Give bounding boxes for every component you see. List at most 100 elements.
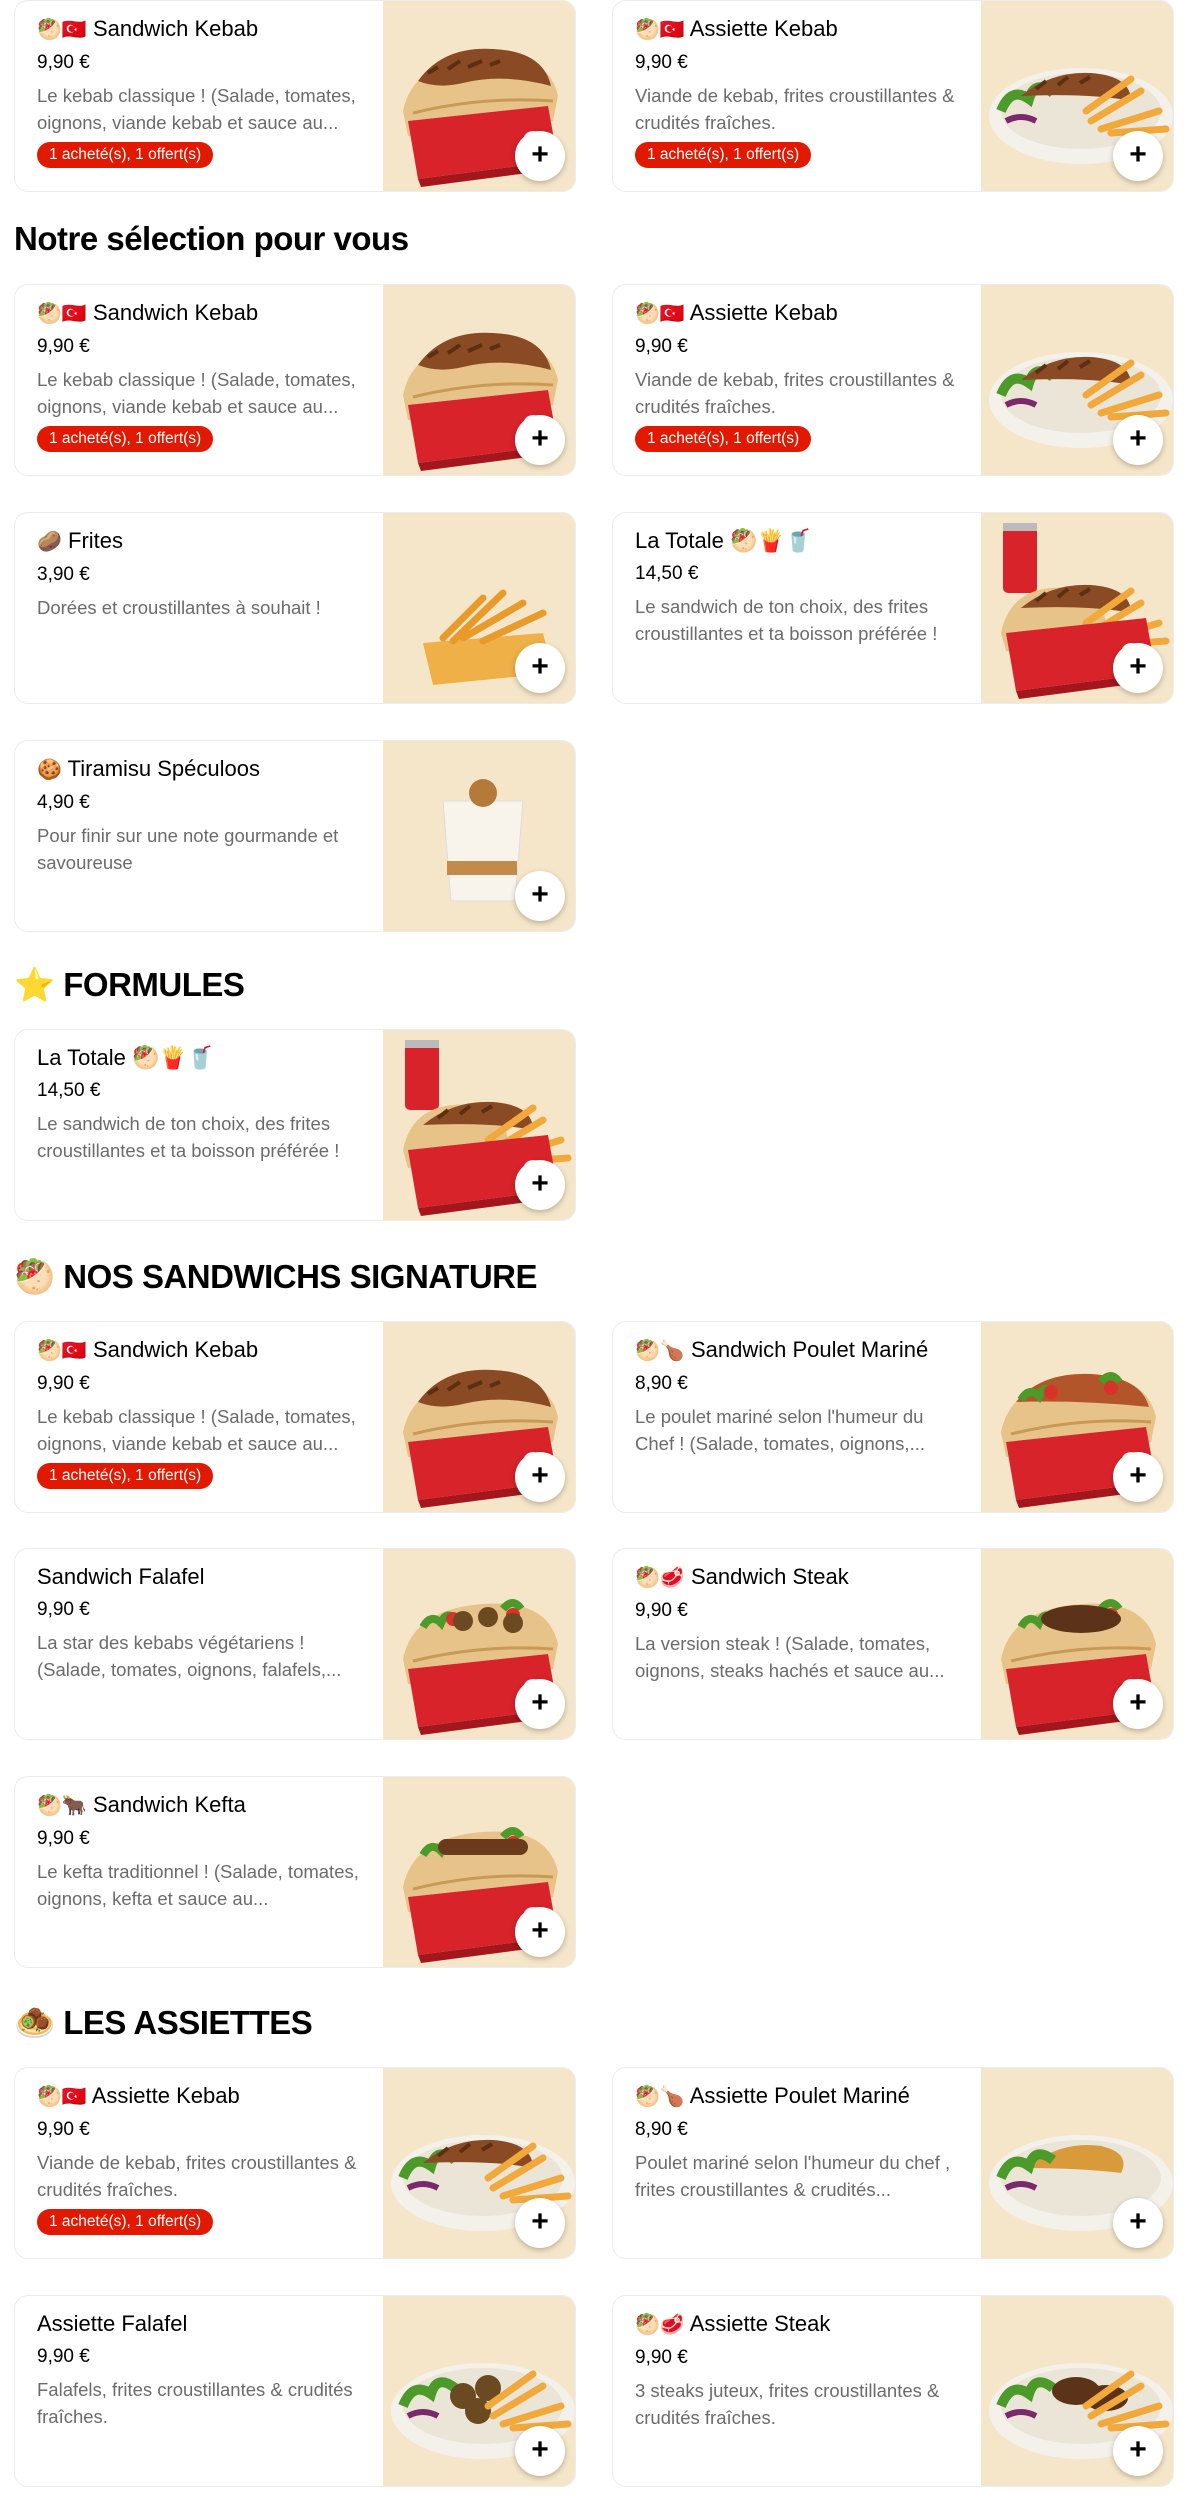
menu-item-card-assiette-falafel[interactable]: Assiette Falafel 9,90 € Falafels, frites… — [14, 2295, 576, 2487]
add-to-cart-button[interactable]: + — [1113, 2198, 1163, 2248]
menu-item-description: Viande de kebab, frites croustillantes &… — [37, 2152, 357, 2200]
menu-item-info: 🥙🇹🇷 Assiette Kebab 9,90 € Viande de keba… — [635, 15, 965, 168]
menu-item-info: Assiette Falafel 9,90 € Falafels, frites… — [37, 2310, 367, 2430]
add-to-cart-button[interactable]: + — [515, 2198, 565, 2248]
menu-item-title-text: Assiette Kebab — [689, 300, 838, 325]
menu-item-price: 9,90 € — [37, 1599, 90, 1620]
menu-item-emoji-icon: 🥙🇹🇷 — [635, 19, 685, 41]
menu-item-price: 9,90 € — [37, 336, 90, 357]
menu-item-title: 🥙🍗 Assiette Poulet Mariné — [635, 2082, 965, 2111]
menu-item-price: 9,90 € — [635, 2347, 688, 2368]
menu-item-price: 9,90 € — [37, 1828, 90, 1849]
section-title-sandwichs: 🥙 NOS SANDWICHS SIGNATURE — [14, 1258, 538, 1297]
menu-item-description: Le poulet mariné selon l'humeur du Chef … — [635, 1406, 925, 1454]
menu-item-card-sandwich-falafel[interactable]: Sandwich Falafel 9,90 € La star des keba… — [14, 1548, 576, 1740]
menu-item-card-sandwich-poulet[interactable]: 🥙🍗 Sandwich Poulet Mariné 8,90 € Le poul… — [612, 1321, 1174, 1513]
menu-item-description: La version steak ! (Salade, tomates, oig… — [635, 1633, 945, 1681]
section-title-text: NOS SANDWICHS SIGNATURE — [63, 1258, 538, 1295]
menu-item-title: 🥙🇹🇷 Sandwich Kebab — [37, 15, 367, 44]
add-to-cart-button[interactable]: + — [515, 1452, 565, 1502]
add-to-cart-button[interactable]: + — [515, 415, 565, 465]
menu-item-emoji-icon: 🥙🍗 — [635, 2086, 685, 2108]
menu-item-title-text: Sandwich Falafel — [37, 1564, 205, 1589]
plus-icon: + — [1129, 1458, 1147, 1492]
menu-item-card-sandwich-kebab[interactable]: 🥙🇹🇷 Sandwich Kebab 9,90 € Le kebab class… — [14, 284, 576, 476]
add-to-cart-button[interactable]: + — [1113, 1679, 1163, 1729]
add-to-cart-button[interactable]: + — [1113, 415, 1163, 465]
sandwich-icon: 🥙 — [14, 1258, 55, 1295]
add-to-cart-button[interactable]: + — [1113, 643, 1163, 693]
add-to-cart-button[interactable]: + — [515, 131, 565, 181]
section-title-selection: Notre sélection pour vous — [14, 220, 409, 258]
menu-item-title: 🥙🐂 Sandwich Kefta — [37, 1791, 367, 1820]
promo-badge: 1 acheté(s), 1 offert(s) — [37, 142, 214, 168]
menu-item-info: Sandwich Falafel 9,90 € La star des keba… — [37, 1563, 367, 1683]
menu-item-description: Poulet mariné selon l'humeur du chef , f… — [635, 2152, 951, 2200]
menu-item-title: 🥙🇹🇷 Assiette Kebab — [635, 299, 965, 328]
menu-item-card-sandwich-kefta[interactable]: 🥙🐂 Sandwich Kefta 9,90 € Le kefta tradit… — [14, 1776, 576, 1968]
promo-badge: 1 acheté(s), 1 offert(s) — [37, 426, 214, 452]
menu-item-card-la-totale[interactable]: La Totale 🥙🍟🥤 14,50 € Le sandwich de ton… — [612, 512, 1174, 704]
menu-item-price: 9,90 € — [37, 2119, 90, 2140]
menu-item-title-text: La Totale 🥙🍟🥤 — [635, 528, 813, 553]
menu-item-emoji-icon: 🥙🇹🇷 — [37, 1340, 87, 1362]
menu-item-description: Le kefta traditionnel ! (Salade, tomates… — [37, 1861, 359, 1909]
add-to-cart-button[interactable]: + — [515, 871, 565, 921]
menu-item-card-assiette-steak[interactable]: 🥙🥩 Assiette Steak 9,90 € 3 steaks juteux… — [612, 2295, 1174, 2487]
menu-item-info: 🥙🐂 Sandwich Kefta 9,90 € Le kefta tradit… — [37, 1791, 367, 1912]
menu-item-title-text: Assiette Steak — [689, 2311, 831, 2336]
menu-item-title: Sandwich Falafel — [37, 1563, 367, 1591]
plus-icon: + — [1129, 137, 1147, 171]
menu-item-emoji-icon: 🥙🇹🇷 — [37, 303, 87, 325]
menu-item-card-sandwich-kebab[interactable]: 🥙🇹🇷 Sandwich Kebab 9,90 € Le kebab class… — [14, 1321, 576, 1513]
menu-item-emoji-icon: 🍪 — [37, 759, 62, 781]
menu-item-info: 🍪 Tiramisu Spéculoos 4,90 € Pour finir s… — [37, 755, 367, 876]
menu-item-info: 🥙🇹🇷 Sandwich Kebab 9,90 € Le kebab class… — [37, 299, 367, 452]
add-to-cart-button[interactable]: + — [1113, 2426, 1163, 2476]
menu-item-title-text: Sandwich Kebab — [92, 16, 259, 41]
falafel-icon: 🧆 — [14, 2004, 55, 2041]
menu-item-card-assiette-kebab[interactable]: 🥙🇹🇷 Assiette Kebab 9,90 € Viande de keba… — [612, 284, 1174, 476]
menu-item-card-la-totale[interactable]: La Totale 🥙🍟🥤 14,50 € Le sandwich de ton… — [14, 1029, 576, 1221]
menu-item-title: La Totale 🥙🍟🥤 — [37, 1044, 367, 1072]
star-icon: ⭐ — [14, 966, 55, 1003]
menu-item-price: 9,90 € — [37, 1373, 90, 1394]
menu-item-card-sandwich-steak[interactable]: 🥙🥩 Sandwich Steak 9,90 € La version stea… — [612, 1548, 1174, 1740]
add-to-cart-button[interactable]: + — [515, 2426, 565, 2476]
menu-item-description: Le kebab classique ! (Salade, tomates, o… — [37, 1406, 356, 1454]
menu-item-info: La Totale 🥙🍟🥤 14,50 € Le sandwich de ton… — [37, 1044, 367, 1164]
add-to-cart-button[interactable]: + — [515, 1907, 565, 1957]
menu-item-card-frites[interactable]: 🥔 Frites 3,90 € Dorées et croustillantes… — [14, 512, 576, 704]
menu-item-title-text: Frites — [68, 528, 124, 553]
menu-item-title-text: Assiette Kebab — [91, 2083, 240, 2108]
menu-item-info: 🥙🇹🇷 Sandwich Kebab 9,90 € Le kebab class… — [37, 1336, 367, 1489]
add-to-cart-button[interactable]: + — [515, 1679, 565, 1729]
menu-item-info: 🥙🥩 Assiette Steak 9,90 € 3 steaks juteux… — [635, 2310, 965, 2431]
menu-item-title: Assiette Falafel — [37, 2310, 367, 2338]
add-to-cart-button[interactable]: + — [515, 1160, 565, 1210]
menu-item-card-tiramisu[interactable]: 🍪 Tiramisu Spéculoos 4,90 € Pour finir s… — [14, 740, 576, 932]
menu-item-title-text: Sandwich Steak — [690, 1564, 849, 1589]
plus-icon: + — [531, 137, 549, 171]
menu-item-title-text: Assiette Poulet Mariné — [689, 2083, 910, 2108]
menu-item-title: 🥙🇹🇷 Sandwich Kebab — [37, 1336, 367, 1365]
menu-item-info: La Totale 🥙🍟🥤 14,50 € Le sandwich de ton… — [635, 527, 965, 647]
menu-item-description: Falafels, frites croustillantes & crudit… — [37, 2379, 353, 2427]
plus-icon: + — [531, 649, 549, 683]
menu-item-title-text: Assiette Falafel — [37, 2311, 188, 2336]
plus-icon: + — [1129, 649, 1147, 683]
menu-item-card-assiette-kebab[interactable]: 🥙🇹🇷 Assiette Kebab 9,90 € Viande de keba… — [612, 0, 1174, 192]
menu-item-price: 8,90 € — [635, 1373, 688, 1394]
menu-item-price: 8,90 € — [635, 2119, 688, 2140]
menu-item-card-assiette-poulet[interactable]: 🥙🍗 Assiette Poulet Mariné 8,90 € Poulet … — [612, 2067, 1174, 2259]
menu-item-card-sandwich-kebab[interactable]: 🥙🇹🇷 Sandwich Kebab 9,90 € Le kebab class… — [14, 0, 576, 192]
add-to-cart-button[interactable]: + — [1113, 1452, 1163, 1502]
menu-item-info: 🥔 Frites 3,90 € Dorées et croustillantes… — [37, 527, 367, 621]
add-to-cart-button[interactable]: + — [515, 643, 565, 693]
menu-item-description: Le kebab classique ! (Salade, tomates, o… — [37, 369, 356, 417]
menu-item-card-assiette-kebab[interactable]: 🥙🇹🇷 Assiette Kebab 9,90 € Viande de keba… — [14, 2067, 576, 2259]
add-to-cart-button[interactable]: + — [1113, 131, 1163, 181]
menu-item-title-text: Sandwich Poulet Mariné — [690, 1337, 929, 1362]
menu-item-title-text: La Totale 🥙🍟🥤 — [37, 1045, 215, 1070]
menu-item-emoji-icon: 🥔 — [37, 531, 62, 553]
